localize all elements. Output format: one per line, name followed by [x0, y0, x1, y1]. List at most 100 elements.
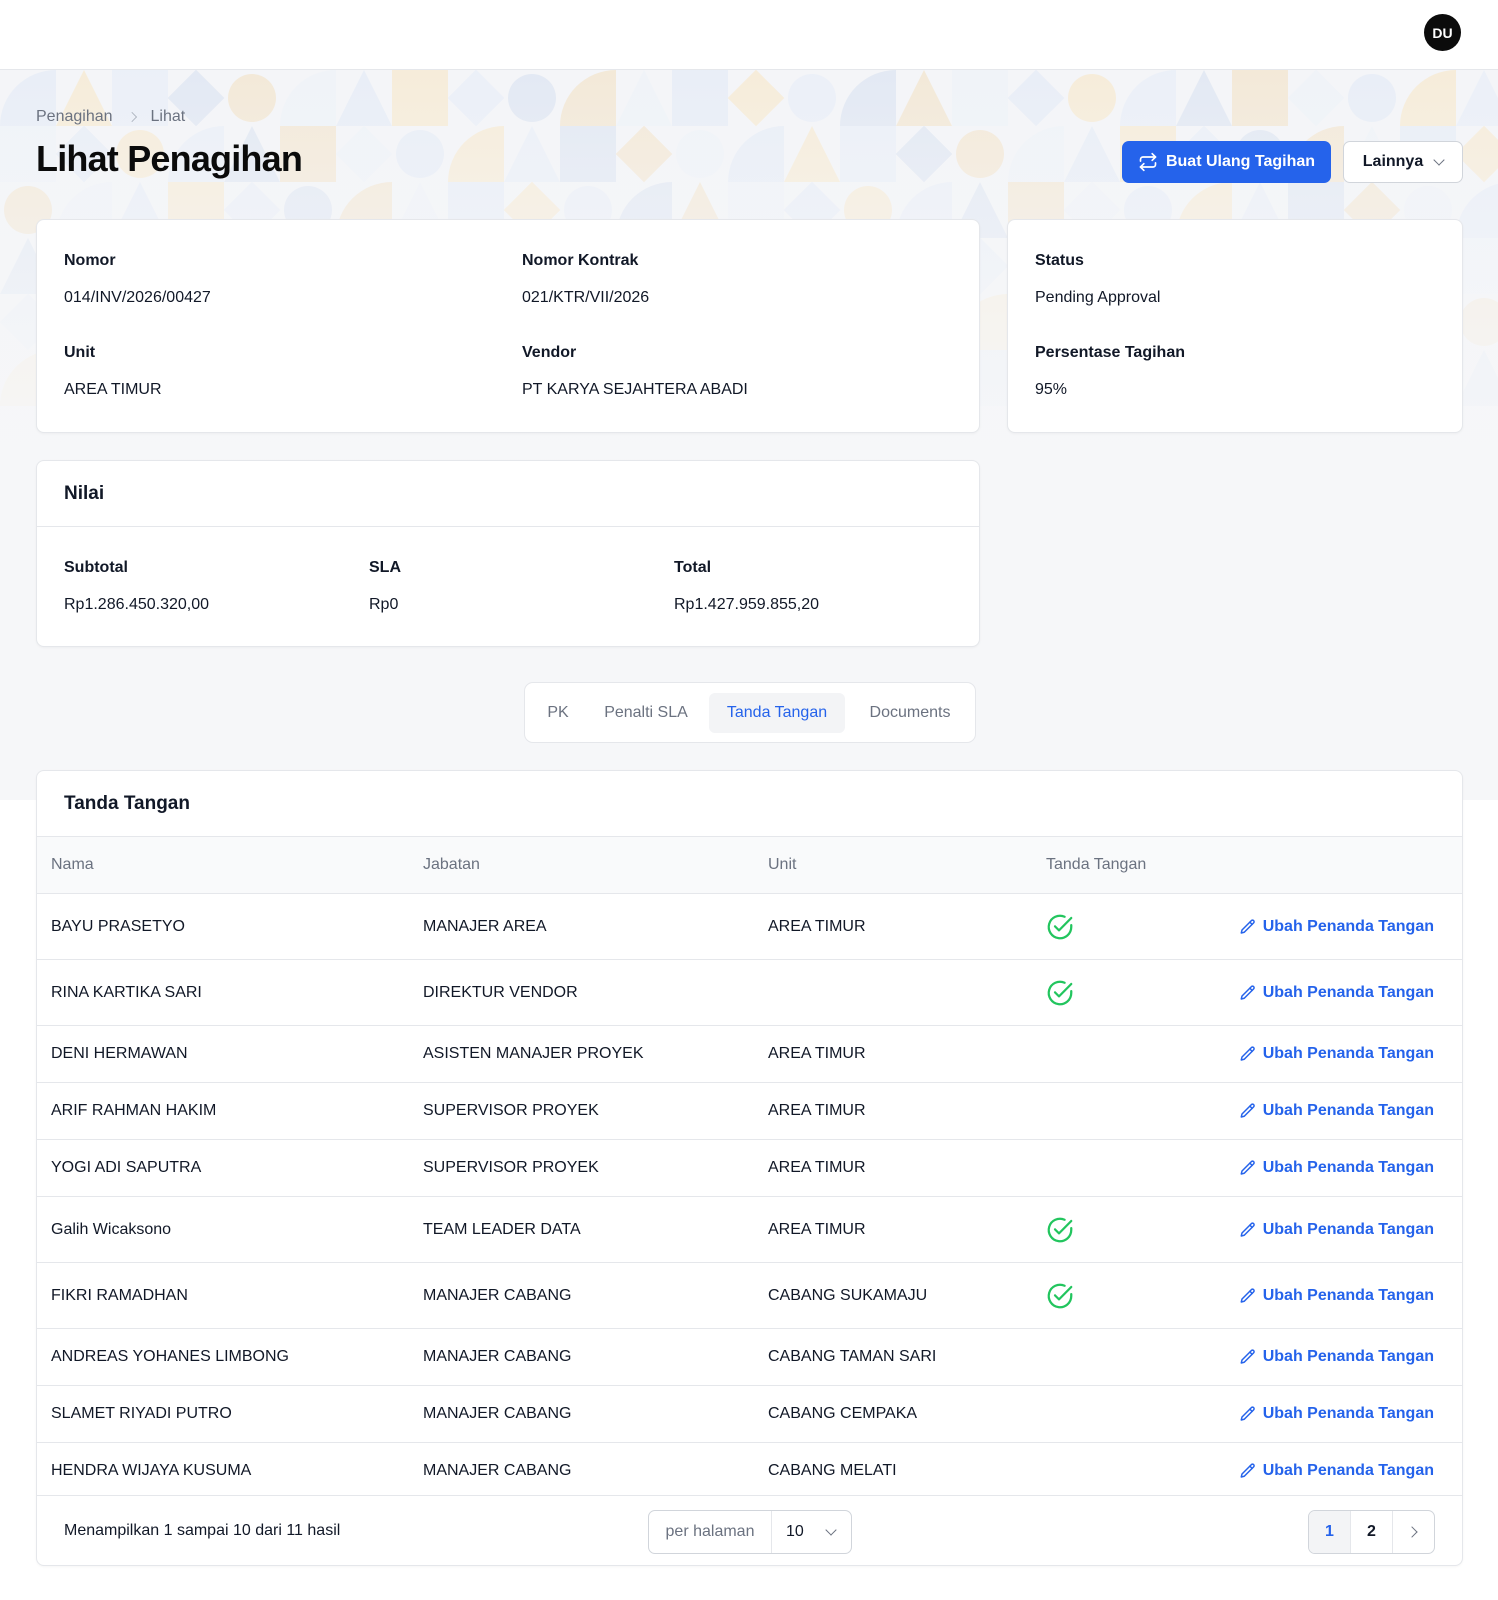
status-card: Status Pending Approval Persentase Tagih… — [1007, 219, 1463, 433]
edit-signer-link[interactable]: Ubah Penanda Tangan — [1239, 1386, 1434, 1442]
pagination-footer: Menampilkan 1 sampai 10 dari 11 hasil pe… — [37, 1495, 1462, 1565]
vendor-value: PT KARYA SEJAHTERA ABADI — [522, 381, 748, 398]
table-row: SLAMET RIYADI PUTRO MANAJER CABANG CABANG … — [37, 1385, 1462, 1442]
signed-check-icon — [1047, 1283, 1073, 1309]
more-actions-label: Lainnya — [1362, 153, 1424, 170]
table-header: Nama Jabatan Unit Tanda Tangan — [37, 837, 1462, 893]
cell-nama: YOGI ADI SAPUTRA — [51, 1159, 202, 1176]
cell-nama: FIKRI RAMADHAN — [51, 1286, 188, 1304]
kontrak-label: Nomor Kontrak — [522, 252, 639, 269]
cell-unit: AREA TIMUR — [768, 1102, 866, 1119]
edit-signer-link[interactable]: Ubah Penanda Tangan — [1239, 1197, 1434, 1262]
page-button-1[interactable]: 1 — [1309, 1511, 1351, 1553]
cell-unit: AREA TIMUR — [768, 917, 866, 935]
pencil-icon — [1240, 1046, 1255, 1061]
edit-signer-label: Ubah Penanda Tangan — [1262, 1348, 1434, 1365]
invoice-info-card: Nomor 014/INV/2026/00427 Nomor Kontrak 0… — [36, 219, 980, 433]
cell-unit: CABANG CEMPAKA — [768, 1405, 918, 1422]
breadcrumb-root-link[interactable]: Penagihan — [36, 108, 113, 126]
vendor-label: Vendor — [522, 344, 577, 361]
table-row: BAYU PRASETYO MANAJER AREA AREA TIMUR Ubah … — [37, 893, 1462, 959]
cell-jabatan: TEAM LEADER DATA — [423, 1220, 581, 1238]
edit-signer-link[interactable]: Ubah Penanda Tangan — [1239, 1329, 1434, 1385]
table-row: YOGI ADI SAPUTRA SUPERVISOR PROYEK AREA TI… — [37, 1139, 1462, 1196]
signed-check-icon — [1047, 980, 1073, 1006]
repeat-icon — [1139, 152, 1157, 172]
subtotal-value: Rp1.286.450.320,00 — [64, 596, 210, 613]
regenerate-invoice-label: Buat Ulang Tagihan — [1165, 153, 1316, 170]
edit-signer-label: Ubah Penanda Tangan — [1262, 917, 1434, 935]
pencil-icon — [1240, 1406, 1255, 1421]
cell-nama: Galih Wicaksono — [51, 1220, 172, 1238]
sla-value: Rp0 — [369, 596, 399, 613]
edit-signer-label: Ubah Penanda Tangan — [1262, 1159, 1434, 1176]
tab-bar: PK Penalti SLA Tanda Tangan Documents — [524, 682, 976, 743]
cell-nama: HENDRA WIJAYA KUSUMA — [51, 1462, 252, 1479]
chevron-down-icon — [1433, 154, 1445, 166]
edit-signer-link[interactable]: Ubah Penanda Tangan — [1239, 960, 1434, 1025]
edit-signer-link[interactable]: Ubah Penanda Tangan — [1239, 1140, 1434, 1196]
tab-tanda-tangan[interactable]: Tanda Tangan — [709, 693, 845, 733]
table-row: DENI HERMAWAN ASISTEN MANAJER PROYEK AREA … — [37, 1025, 1462, 1082]
cell-nama: ANDREAS YOHANES LIMBONG — [51, 1348, 289, 1365]
edit-signer-link[interactable]: Ubah Penanda Tangan — [1239, 1263, 1434, 1328]
subtotal-label: Subtotal — [64, 559, 128, 576]
page-title: Lihat Penagihan — [36, 138, 303, 179]
edit-signer-label: Ubah Penanda Tangan — [1262, 1045, 1434, 1062]
results-summary: Menampilkan 1 sampai 10 dari 11 hasil — [64, 1522, 341, 1539]
cell-unit: CABANG TAMAN SARI — [768, 1348, 937, 1365]
regenerate-invoice-button[interactable]: Buat Ulang Tagihan — [1122, 141, 1331, 183]
pencil-icon — [1240, 1463, 1255, 1478]
tab-documents[interactable]: Documents — [855, 693, 965, 733]
cell-jabatan: MANAJER CABANG — [423, 1348, 572, 1365]
next-page-button[interactable] — [1393, 1511, 1434, 1553]
status-value: Pending Approval — [1035, 289, 1161, 306]
signatures-card-header: Tanda Tangan — [37, 771, 1462, 837]
cell-nama: DENI HERMAWAN — [51, 1045, 188, 1062]
sla-label: SLA — [369, 559, 401, 576]
status-label: Status — [1035, 252, 1084, 269]
edit-signer-link[interactable]: Ubah Penanda Tangan — [1239, 1083, 1434, 1139]
cell-jabatan: SUPERVISOR PROYEK — [423, 1102, 599, 1119]
pencil-icon — [1240, 1221, 1255, 1237]
breadcrumb-current: Lihat — [150, 108, 186, 125]
more-actions-dropdown[interactable]: Lainnya — [1343, 141, 1463, 183]
nomor-label: Nomor — [64, 252, 116, 269]
chevron-right-icon — [126, 112, 137, 122]
nomor-value: 014/INV/2026/00427 — [64, 289, 211, 306]
cell-jabatan: DIREKTUR VENDOR — [423, 983, 578, 1001]
cell-unit: CABANG SUKAMAJU — [768, 1286, 928, 1304]
top-bar: DU — [0, 0, 1498, 70]
pencil-icon — [1240, 1160, 1255, 1175]
cell-jabatan: ASISTEN MANAJER PROYEK — [423, 1045, 644, 1062]
edit-signer-label: Ubah Penanda Tangan — [1262, 1462, 1434, 1479]
per-page-value: 10 — [786, 1523, 804, 1540]
total-value: Rp1.427.959.855,20 — [674, 596, 820, 613]
edit-signer-label: Ubah Penanda Tangan — [1262, 1405, 1434, 1422]
table-row: Galih Wicaksono TEAM LEADER DATA AREA TIMU… — [37, 1196, 1462, 1262]
column-header-nama: Nama — [51, 856, 94, 873]
user-avatar[interactable]: DU — [1424, 14, 1461, 51]
edit-signer-link[interactable]: Ubah Penanda Tangan — [1239, 1443, 1434, 1499]
kontrak-value: 021/KTR/VII/2026 — [522, 289, 650, 306]
chevron-right-icon — [1406, 1526, 1418, 1538]
edit-signer-label: Ubah Penanda Tangan — [1262, 983, 1434, 1001]
per-page-select[interactable]: per halaman 10 — [648, 1510, 852, 1554]
cell-unit: CABANG MELATI — [768, 1462, 897, 1479]
total-label: Total — [674, 559, 712, 576]
unit-label: Unit — [64, 344, 96, 361]
table-row: FIKRI RAMADHAN MANAJER CABANG CABANG SUKAM… — [37, 1262, 1462, 1328]
percent-label: Persentase Tagihan — [1035, 344, 1185, 361]
edit-signer-label: Ubah Penanda Tangan — [1262, 1286, 1434, 1304]
edit-signer-link[interactable]: Ubah Penanda Tangan — [1239, 894, 1434, 959]
page-button-2[interactable]: 2 — [1351, 1511, 1393, 1553]
percent-value: 95% — [1035, 381, 1068, 398]
breadcrumb: Penagihan Lihat — [36, 108, 185, 126]
nilai-card-header: Nilai — [37, 461, 979, 527]
tab-pk[interactable]: PK — [537, 693, 579, 733]
edit-signer-link[interactable]: Ubah Penanda Tangan — [1239, 1026, 1434, 1082]
pencil-icon — [1240, 1103, 1255, 1118]
tab-penalti-sla[interactable]: Penalti SLA — [589, 693, 703, 733]
pencil-icon — [1240, 984, 1255, 1000]
signed-check-icon — [1047, 914, 1073, 940]
